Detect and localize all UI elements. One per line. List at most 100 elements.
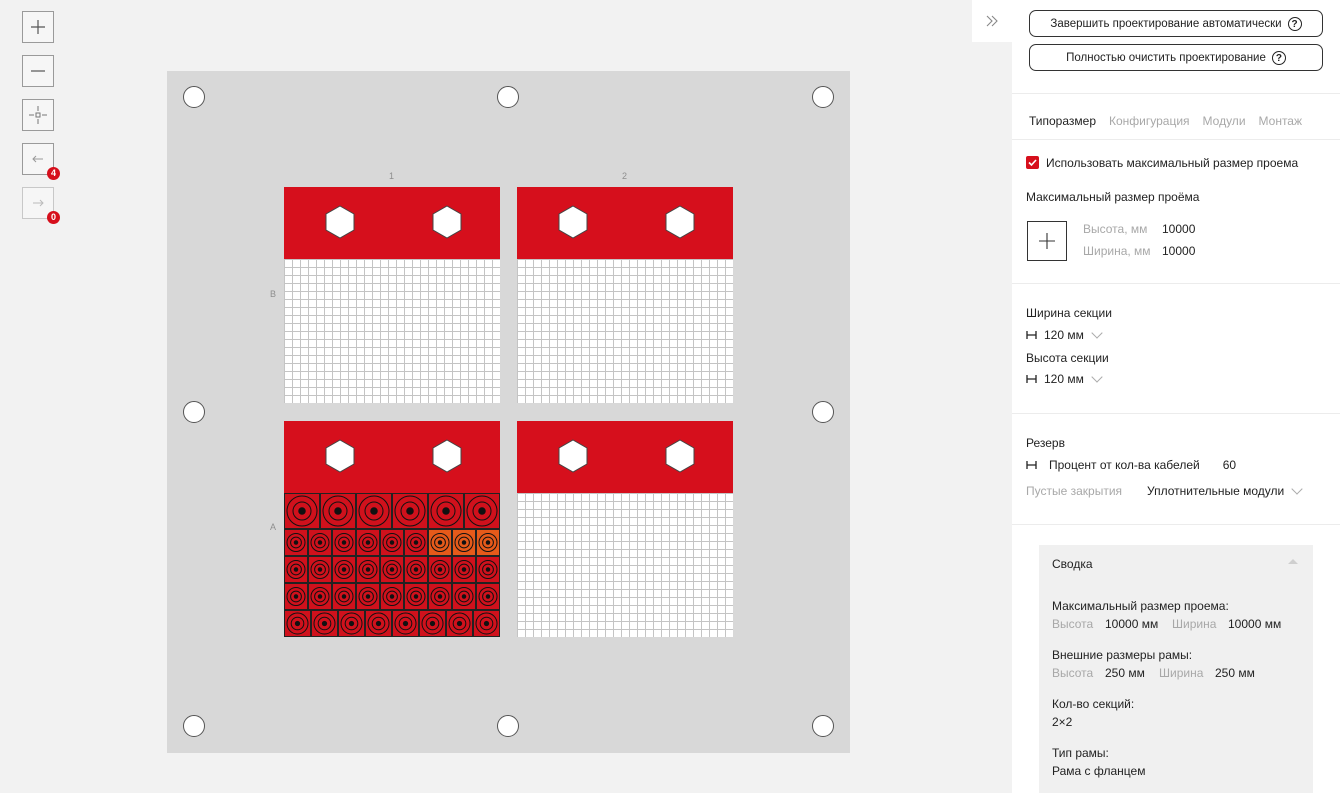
cable-module[interactable] — [464, 493, 500, 529]
cable-modules-area[interactable] — [284, 493, 500, 637]
cable-seal-icon — [430, 560, 450, 579]
cable-module[interactable] — [380, 529, 404, 556]
hexagon-bolt-icon — [558, 205, 588, 239]
section-width-select[interactable]: 120 мм — [1026, 327, 1103, 342]
cable-module[interactable] — [404, 529, 428, 556]
cable-module[interactable] — [380, 556, 404, 583]
cable-module[interactable] — [356, 556, 380, 583]
zoom-in-button[interactable] — [22, 11, 54, 43]
cable-module[interactable] — [392, 493, 428, 529]
section-height-title: Высота секции — [1026, 351, 1109, 365]
undo-count-badge: 4 — [47, 167, 60, 180]
cable-module[interactable] — [380, 583, 404, 610]
cable-seal-icon — [421, 612, 444, 635]
selected-cable-module[interactable] — [452, 529, 476, 556]
cable-seal-icon — [358, 587, 378, 606]
cable-module[interactable] — [284, 493, 320, 529]
empty-closures-select[interactable]: Уплотнительные модули — [1147, 483, 1303, 498]
undo-button[interactable]: 4 — [22, 143, 60, 180]
cable-seal-icon — [334, 587, 354, 606]
cable-module[interactable] — [428, 493, 464, 529]
tab-size[interactable]: Типоразмер — [1029, 114, 1096, 128]
cable-module[interactable] — [356, 529, 380, 556]
summary-frame-type-label: Тип рамы: — [1052, 746, 1109, 760]
cable-module[interactable] — [308, 529, 332, 556]
cable-module[interactable] — [320, 493, 356, 529]
empty-closures-label: Пустые закрытия — [1026, 484, 1123, 498]
use-max-size-checkbox[interactable] — [1026, 156, 1039, 169]
cable-module[interactable] — [284, 610, 311, 637]
tab-modules[interactable]: Модули — [1203, 114, 1246, 128]
selected-cable-module[interactable] — [476, 529, 500, 556]
clear-all-button[interactable]: Полностью очистить проектирование ? — [1029, 44, 1323, 71]
cable-module[interactable] — [365, 610, 392, 637]
cable-module[interactable] — [311, 610, 338, 637]
cable-module[interactable] — [308, 556, 332, 583]
help-icon[interactable]: ? — [1287, 16, 1302, 31]
summary-frame-outer-label: Внешние размеры рамы: — [1052, 648, 1193, 662]
zoom-out-button[interactable] — [22, 55, 54, 87]
section-grid[interactable] — [517, 493, 733, 637]
cable-module[interactable] — [332, 556, 356, 583]
clear-all-label: Полностью очистить проектирование — [1066, 51, 1266, 64]
cable-module[interactable] — [356, 583, 380, 610]
cable-seal-icon — [430, 587, 450, 606]
design-canvas[interactable]: 1 2 B A — [167, 71, 850, 753]
frame-bolt — [183, 86, 205, 108]
cable-module[interactable] — [332, 529, 356, 556]
tab-configuration[interactable]: Конфигурация — [1109, 114, 1190, 128]
complete-auto-button[interactable]: Завершить проектирование автоматически ? — [1029, 10, 1323, 37]
cable-module[interactable] — [308, 583, 332, 610]
collapse-panel-button[interactable] — [972, 0, 1012, 42]
frame-bolt — [183, 715, 205, 737]
cable-module[interactable] — [419, 610, 446, 637]
help-icon[interactable]: ? — [1271, 50, 1286, 65]
selected-cable-module[interactable] — [428, 529, 452, 556]
section-grid[interactable] — [517, 259, 733, 403]
cable-seal-icon — [406, 533, 426, 552]
cable-seal-icon — [406, 560, 426, 579]
cable-module[interactable] — [473, 610, 500, 637]
cable-module[interactable] — [332, 583, 356, 610]
reserve-input[interactable]: 60 — [1223, 458, 1236, 472]
cable-seal-icon — [448, 612, 471, 635]
chevron-up-icon[interactable] — [1288, 559, 1298, 564]
cable-module[interactable] — [356, 493, 392, 529]
summary-frame-type: Рама с фланцем — [1052, 764, 1146, 778]
summary-title[interactable]: Сводка — [1052, 557, 1093, 571]
cable-module[interactable] — [452, 583, 476, 610]
cable-module[interactable] — [404, 556, 428, 583]
section-height-select[interactable]: 120 мм — [1026, 371, 1103, 386]
cable-module[interactable] — [284, 583, 308, 610]
cable-module[interactable] — [428, 583, 452, 610]
cable-module[interactable] — [392, 610, 419, 637]
summary-section-count-label: Кол-во секций: — [1052, 697, 1135, 711]
summary-max-opening-label: Максимальный размер проема: — [1052, 599, 1229, 613]
divider — [1012, 139, 1340, 140]
cable-module[interactable] — [452, 556, 476, 583]
height-field-label: Высота, мм — [1083, 222, 1148, 236]
cable-module[interactable] — [284, 529, 308, 556]
section-height-value: 120 мм — [1044, 372, 1084, 386]
redo-button[interactable]: 0 — [22, 187, 60, 224]
width-field[interactable]: 10000 — [1162, 244, 1195, 258]
cable-module[interactable] — [476, 556, 500, 583]
cable-module[interactable] — [476, 583, 500, 610]
cable-module[interactable] — [338, 610, 365, 637]
tab-mounting[interactable]: Монтаж — [1259, 114, 1303, 128]
frame-bolt — [812, 401, 834, 423]
summary-panel: Сводка Максимальный размер проема: Высот… — [1039, 545, 1313, 793]
cable-module[interactable] — [428, 556, 452, 583]
max-opening-title: Максимальный размер проёма — [1026, 190, 1200, 204]
center-view-button[interactable] — [22, 99, 54, 131]
cable-seal-icon — [430, 495, 462, 527]
cable-module[interactable] — [284, 556, 308, 583]
add-opening-button[interactable] — [1027, 221, 1067, 261]
height-field[interactable]: 10000 — [1162, 222, 1195, 236]
cable-module[interactable] — [446, 610, 473, 637]
section-grid[interactable] — [284, 259, 500, 403]
cable-seal-icon — [478, 533, 498, 552]
cable-seal-icon — [310, 533, 330, 552]
cable-seal-icon — [358, 533, 378, 552]
cable-module[interactable] — [404, 583, 428, 610]
